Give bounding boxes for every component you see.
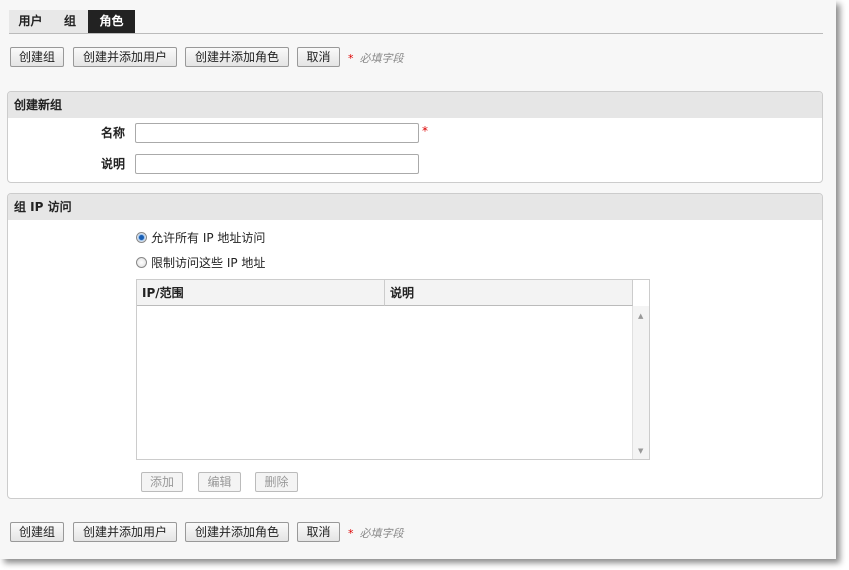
column-header-desc[interactable]: 说明	[385, 280, 633, 306]
create-add-role-button-bottom[interactable]: 创建并添加角色	[185, 522, 289, 542]
radio-restrict[interactable]: 限制访问这些 IP 地址	[136, 254, 265, 271]
radio-allow-all[interactable]: 允许所有 IP 地址访问	[136, 229, 265, 246]
add-ip-button[interactable]: 添加	[141, 472, 183, 492]
radio-label: 允许所有 IP 地址访问	[151, 231, 266, 245]
panel-title: 组 IP 访问	[8, 194, 822, 220]
scrollbar[interactable]: ▲ ▼	[632, 306, 649, 459]
tab-groups[interactable]: 组	[52, 10, 88, 33]
page-frame: 用户 组 角色 创建组 创建并添加用户 创建并添加角色 取消 * 必填字段 创建新…	[0, 0, 836, 559]
required-text: 必填字段	[359, 527, 404, 540]
create-add-user-button-bottom[interactable]: 创建并添加用户	[73, 522, 177, 542]
required-star: *	[348, 527, 354, 540]
ip-access-panel: 组 IP 访问 允许所有 IP 地址访问 限制访问这些 IP 地址 IP/范围 …	[7, 193, 823, 499]
required-note: * 必填字段	[348, 50, 404, 66]
delete-ip-button[interactable]: 删除	[255, 472, 298, 492]
edit-ip-button[interactable]: 编辑	[198, 472, 241, 492]
desc-label: 说明	[100, 157, 125, 171]
required-star: *	[422, 124, 428, 138]
name-input[interactable]	[135, 123, 419, 143]
desc-input[interactable]	[135, 154, 419, 174]
cancel-button[interactable]: 取消	[297, 47, 340, 67]
name-label: 名称	[100, 126, 125, 140]
create-group-panel: 创建新组 名称 * 说明	[7, 91, 823, 183]
scroll-up-icon[interactable]: ▲	[638, 312, 643, 320]
tab-divider	[9, 33, 823, 34]
create-group-button-bottom[interactable]: 创建组	[10, 522, 64, 542]
required-note-bottom: * 必填字段	[348, 525, 404, 541]
tab-roles[interactable]: 角色	[88, 10, 135, 33]
cancel-button-bottom[interactable]: 取消	[297, 522, 340, 542]
panel-title: 创建新组	[8, 92, 822, 118]
column-header-ip[interactable]: IP/范围	[137, 280, 385, 306]
tab-users[interactable]: 用户	[9, 10, 52, 33]
radio-label: 限制访问这些 IP 地址	[151, 256, 266, 270]
create-add-role-button[interactable]: 创建并添加角色	[185, 47, 289, 67]
create-group-button[interactable]: 创建组	[10, 47, 64, 67]
ip-table: IP/范围 说明 ▲ ▼	[136, 279, 650, 460]
required-text: 必填字段	[359, 52, 404, 65]
scroll-down-icon[interactable]: ▼	[638, 447, 643, 455]
create-add-user-button[interactable]: 创建并添加用户	[73, 47, 177, 67]
required-star: *	[348, 52, 354, 65]
radio-checked-icon[interactable]	[136, 232, 147, 243]
radio-unchecked-icon[interactable]	[136, 257, 147, 268]
